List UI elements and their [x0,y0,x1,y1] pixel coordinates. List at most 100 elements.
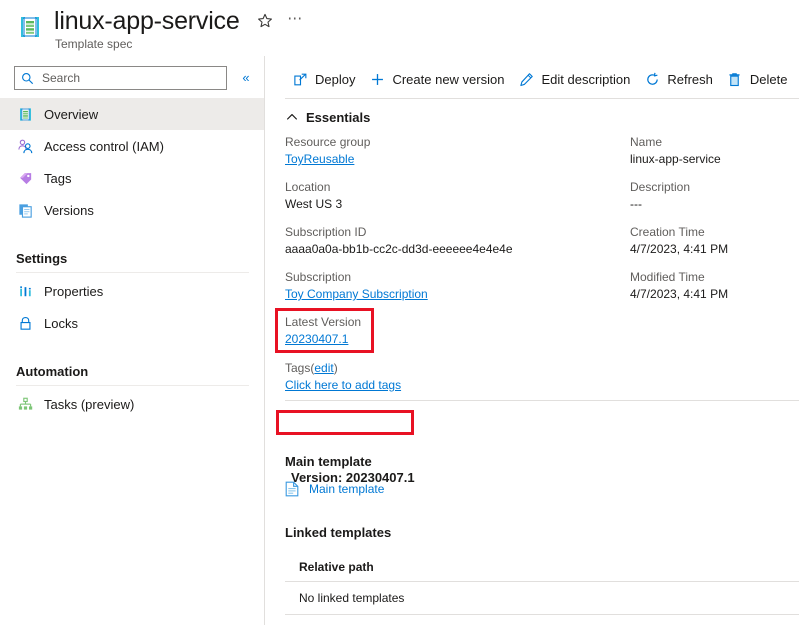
field-value: 4/7/2023, 4:41 PM [630,242,729,256]
create-new-version-button[interactable]: Create new version [362,64,511,94]
field-value: linux-app-service [630,152,721,166]
field-key: Resource group [285,135,371,149]
field-creation-time: Creation Time 4/7/2023, 4:41 PM [630,224,799,258]
open-in-new-icon [292,71,308,87]
sidebar-item-label: Tags [44,170,72,186]
field-value: aaaa0a0a-bb1b-cc2c-dd3d-eeeeee4e4e4e [285,242,513,256]
field-key: Creation Time [630,225,705,239]
search-box[interactable] [14,66,227,90]
field-subscription: Subscription Toy Company Subscription [285,269,625,303]
copy-pages-icon [16,201,34,219]
field-key: Modified Time [630,270,705,284]
title-row: linux-app-service ⋯ [54,6,307,36]
field-name: Name linux-app-service [630,134,799,168]
field-description: Description --- [630,179,799,213]
field-key: Location [285,180,331,194]
sidebar-item-label: Locks [44,315,78,331]
plus-icon [369,71,385,87]
main-template-link-label: Main template [309,482,385,496]
chevron-up-icon [285,111,298,124]
field-modified-time: Modified Time 4/7/2023, 4:41 PM [630,269,799,303]
close-paren: ) [333,361,338,375]
hierarchy-icon [16,395,34,413]
star-icon[interactable] [255,11,275,31]
sidebar-group-settings: Settings [16,251,68,266]
ellipsis-icon[interactable]: ⋯ [285,10,307,31]
essentials-label: Essentials [306,109,371,125]
highlight-box-version [276,410,414,435]
tags-edit-link[interactable]: edit [314,361,333,375]
sidebar-item-overview[interactable]: Overview [0,98,265,130]
tags-label-row: Tags(edit) [285,360,625,377]
resource-group-link[interactable]: ToyReusable [285,151,625,168]
table-column-header: Relative path [299,560,374,574]
main-content: Deploy Create new version Edit descripti… [265,56,799,625]
sidebar-nav: Overview Access control (IAM) Tags Versi… [0,98,265,420]
tag-icon [16,169,34,187]
field-key: Name [630,135,663,149]
search-icon [21,72,34,85]
template-spec-icon [16,105,34,123]
sidebar-item-label: Overview [44,106,99,122]
sidebar-item-tasks[interactable]: Tasks (preview) [0,388,265,420]
divider [285,614,799,615]
field-key: Description [630,180,691,194]
field-key: Subscription [285,270,352,284]
deploy-button[interactable]: Deploy [285,64,362,94]
search-input[interactable] [40,70,220,86]
field-value: West US 3 [285,197,343,211]
refresh-icon [644,71,660,87]
delete-button[interactable]: Delete [720,64,795,94]
button-label: Edit description [541,71,631,87]
sidebar-item-label: Properties [44,283,104,299]
sidebar-group-automation: Automation [16,364,89,379]
section-divider [285,400,799,401]
refresh-button[interactable]: Refresh [637,64,720,94]
field-location: Location West US 3 [285,179,625,213]
add-tags-link[interactable]: Click here to add tags [285,377,625,394]
button-label: Deploy [315,71,356,87]
sidebar-item-label: Versions [44,202,94,218]
sidebar-item-label: Access control (IAM) [44,138,164,154]
azure-portal-template-spec-page: linux-app-service ⋯ Template spec Search… [0,0,799,625]
button-label: Refresh [667,71,713,87]
sidebar-item-versions[interactable]: Versions [0,194,265,226]
essentials-left-column: Resource group ToyReusable Location West… [285,134,625,405]
main-template-link[interactable]: Main template [285,481,384,497]
main-template-heading: Main template [285,454,372,469]
lock-icon [16,314,34,332]
field-key: Subscription ID [285,225,367,239]
linked-templates-table: Relative path No linked templates [285,553,799,615]
search-wrapper [14,66,227,90]
field-value: 4/7/2023, 4:41 PM [630,287,729,301]
trash-icon [727,71,743,87]
page-subtitle: Template spec [55,37,133,51]
pencil-icon [518,71,534,87]
toolbar-divider [285,98,799,99]
field-value: --- [630,197,642,211]
sidebar-item-tags[interactable]: Tags [0,162,265,194]
essentials-toggle[interactable]: Essentials [285,104,370,130]
bar-chart-icon [16,282,34,300]
button-label: Delete [749,71,788,87]
button-label: Create new version [392,71,505,87]
highlight-box-latest-version [275,308,374,353]
essentials-right-column: Name linux-app-service Description --- C… [630,134,799,314]
field-subscription-id: Subscription ID aaaa0a0a-bb1b-cc2c-dd3d-… [285,224,625,258]
file-document-icon [285,481,299,497]
field-resource-group: Resource group ToyReusable [285,134,625,168]
command-toolbar: Deploy Create new version Edit descripti… [265,62,794,96]
page-header: linux-app-service ⋯ Template spec [0,0,799,56]
people-icon [16,137,34,155]
template-spec-icon [16,13,44,41]
sidebar-item-properties[interactable]: Properties [0,275,265,307]
collapse-sidebar-button[interactable]: « [236,68,256,88]
subscription-link[interactable]: Toy Company Subscription [285,286,625,303]
divider [16,385,249,386]
sidebar-item-access-control[interactable]: Access control (IAM) [0,130,265,162]
edit-description-button[interactable]: Edit description [511,64,637,94]
sidebar: « Overview [0,56,265,625]
sidebar-item-locks[interactable]: Locks [0,307,265,339]
field-tags: Tags(edit) Click here to add tags [285,360,625,394]
linked-templates-heading: Linked templates [285,525,392,540]
